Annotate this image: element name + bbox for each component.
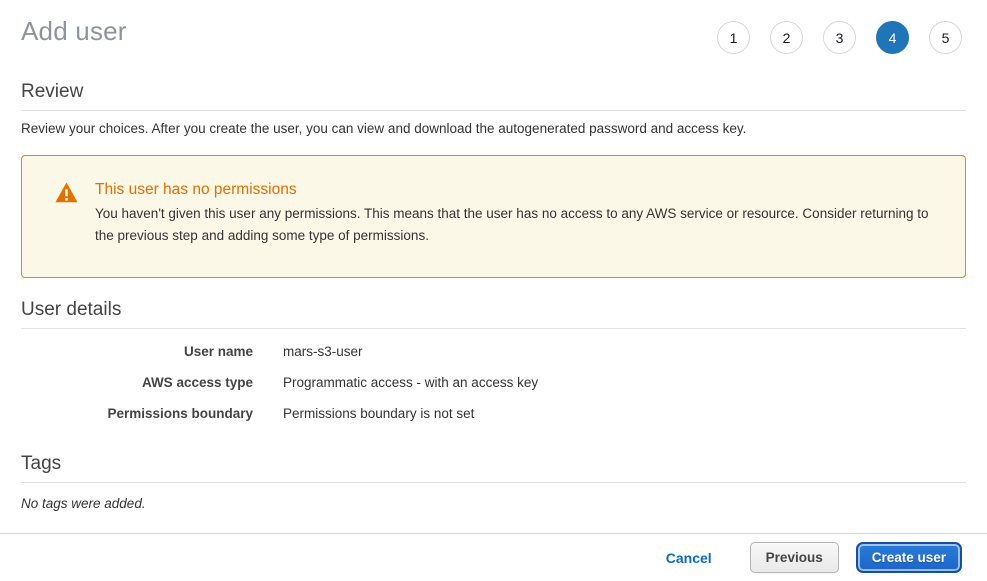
add-user-wizard-page: Add user 1 2 3 4 5 Review Review your ch… xyxy=(0,0,987,581)
warning-triangle-icon xyxy=(55,180,95,277)
detail-value: Permissions boundary is not set xyxy=(283,406,474,422)
step-indicator: 1 2 3 4 5 xyxy=(717,21,962,54)
step-4-indicator-active: 4 xyxy=(876,21,909,54)
detail-value: Programmatic access - with an access key xyxy=(283,375,538,391)
tags-divider xyxy=(21,482,966,483)
review-divider xyxy=(21,110,966,111)
wizard-header: Add user 1 2 3 4 5 xyxy=(0,0,987,54)
review-heading: Review xyxy=(21,81,966,103)
detail-value: mars-s3-user xyxy=(283,344,363,360)
user-details-divider xyxy=(21,328,966,329)
detail-row-user-name: User name mars-s3-user xyxy=(21,344,966,360)
warning-body: You haven't given this user any permissi… xyxy=(95,203,929,247)
user-details-section: User details User name mars-s3-user AWS … xyxy=(21,299,966,422)
detail-label: User name xyxy=(21,344,253,360)
step-2-indicator: 2 xyxy=(770,21,803,54)
page-title: Add user xyxy=(21,16,127,47)
cancel-link[interactable]: Cancel xyxy=(666,550,712,566)
detail-row-access-type: AWS access type Programmatic access - wi… xyxy=(21,375,966,391)
review-section: Review Review your choices. After you cr… xyxy=(21,81,966,138)
create-user-button[interactable]: Create user xyxy=(856,542,962,573)
step-5-indicator: 5 xyxy=(929,21,962,54)
tags-empty-text: No tags were added. xyxy=(21,496,966,511)
review-description: Review your choices. After you create th… xyxy=(21,120,966,138)
user-details-rows: User name mars-s3-user AWS access type P… xyxy=(21,344,966,422)
tags-heading: Tags xyxy=(21,453,966,475)
wizard-content: Review Review your choices. After you cr… xyxy=(0,54,987,533)
step-1-indicator: 1 xyxy=(717,21,750,54)
step-3-indicator: 3 xyxy=(823,21,856,54)
no-permissions-warning-box: This user has no permissions You haven't… xyxy=(21,155,966,278)
detail-row-permissions-boundary: Permissions boundary Permissions boundar… xyxy=(21,406,966,422)
user-details-heading: User details xyxy=(21,299,966,321)
detail-label: AWS access type xyxy=(21,375,253,391)
tags-section: Tags No tags were added. xyxy=(21,453,966,511)
detail-label: Permissions boundary xyxy=(21,406,253,422)
previous-button[interactable]: Previous xyxy=(750,542,839,573)
warning-text: This user has no permissions You haven't… xyxy=(95,180,929,277)
warning-title: This user has no permissions xyxy=(95,180,929,200)
wizard-footer: Cancel Previous Create user xyxy=(0,533,987,581)
